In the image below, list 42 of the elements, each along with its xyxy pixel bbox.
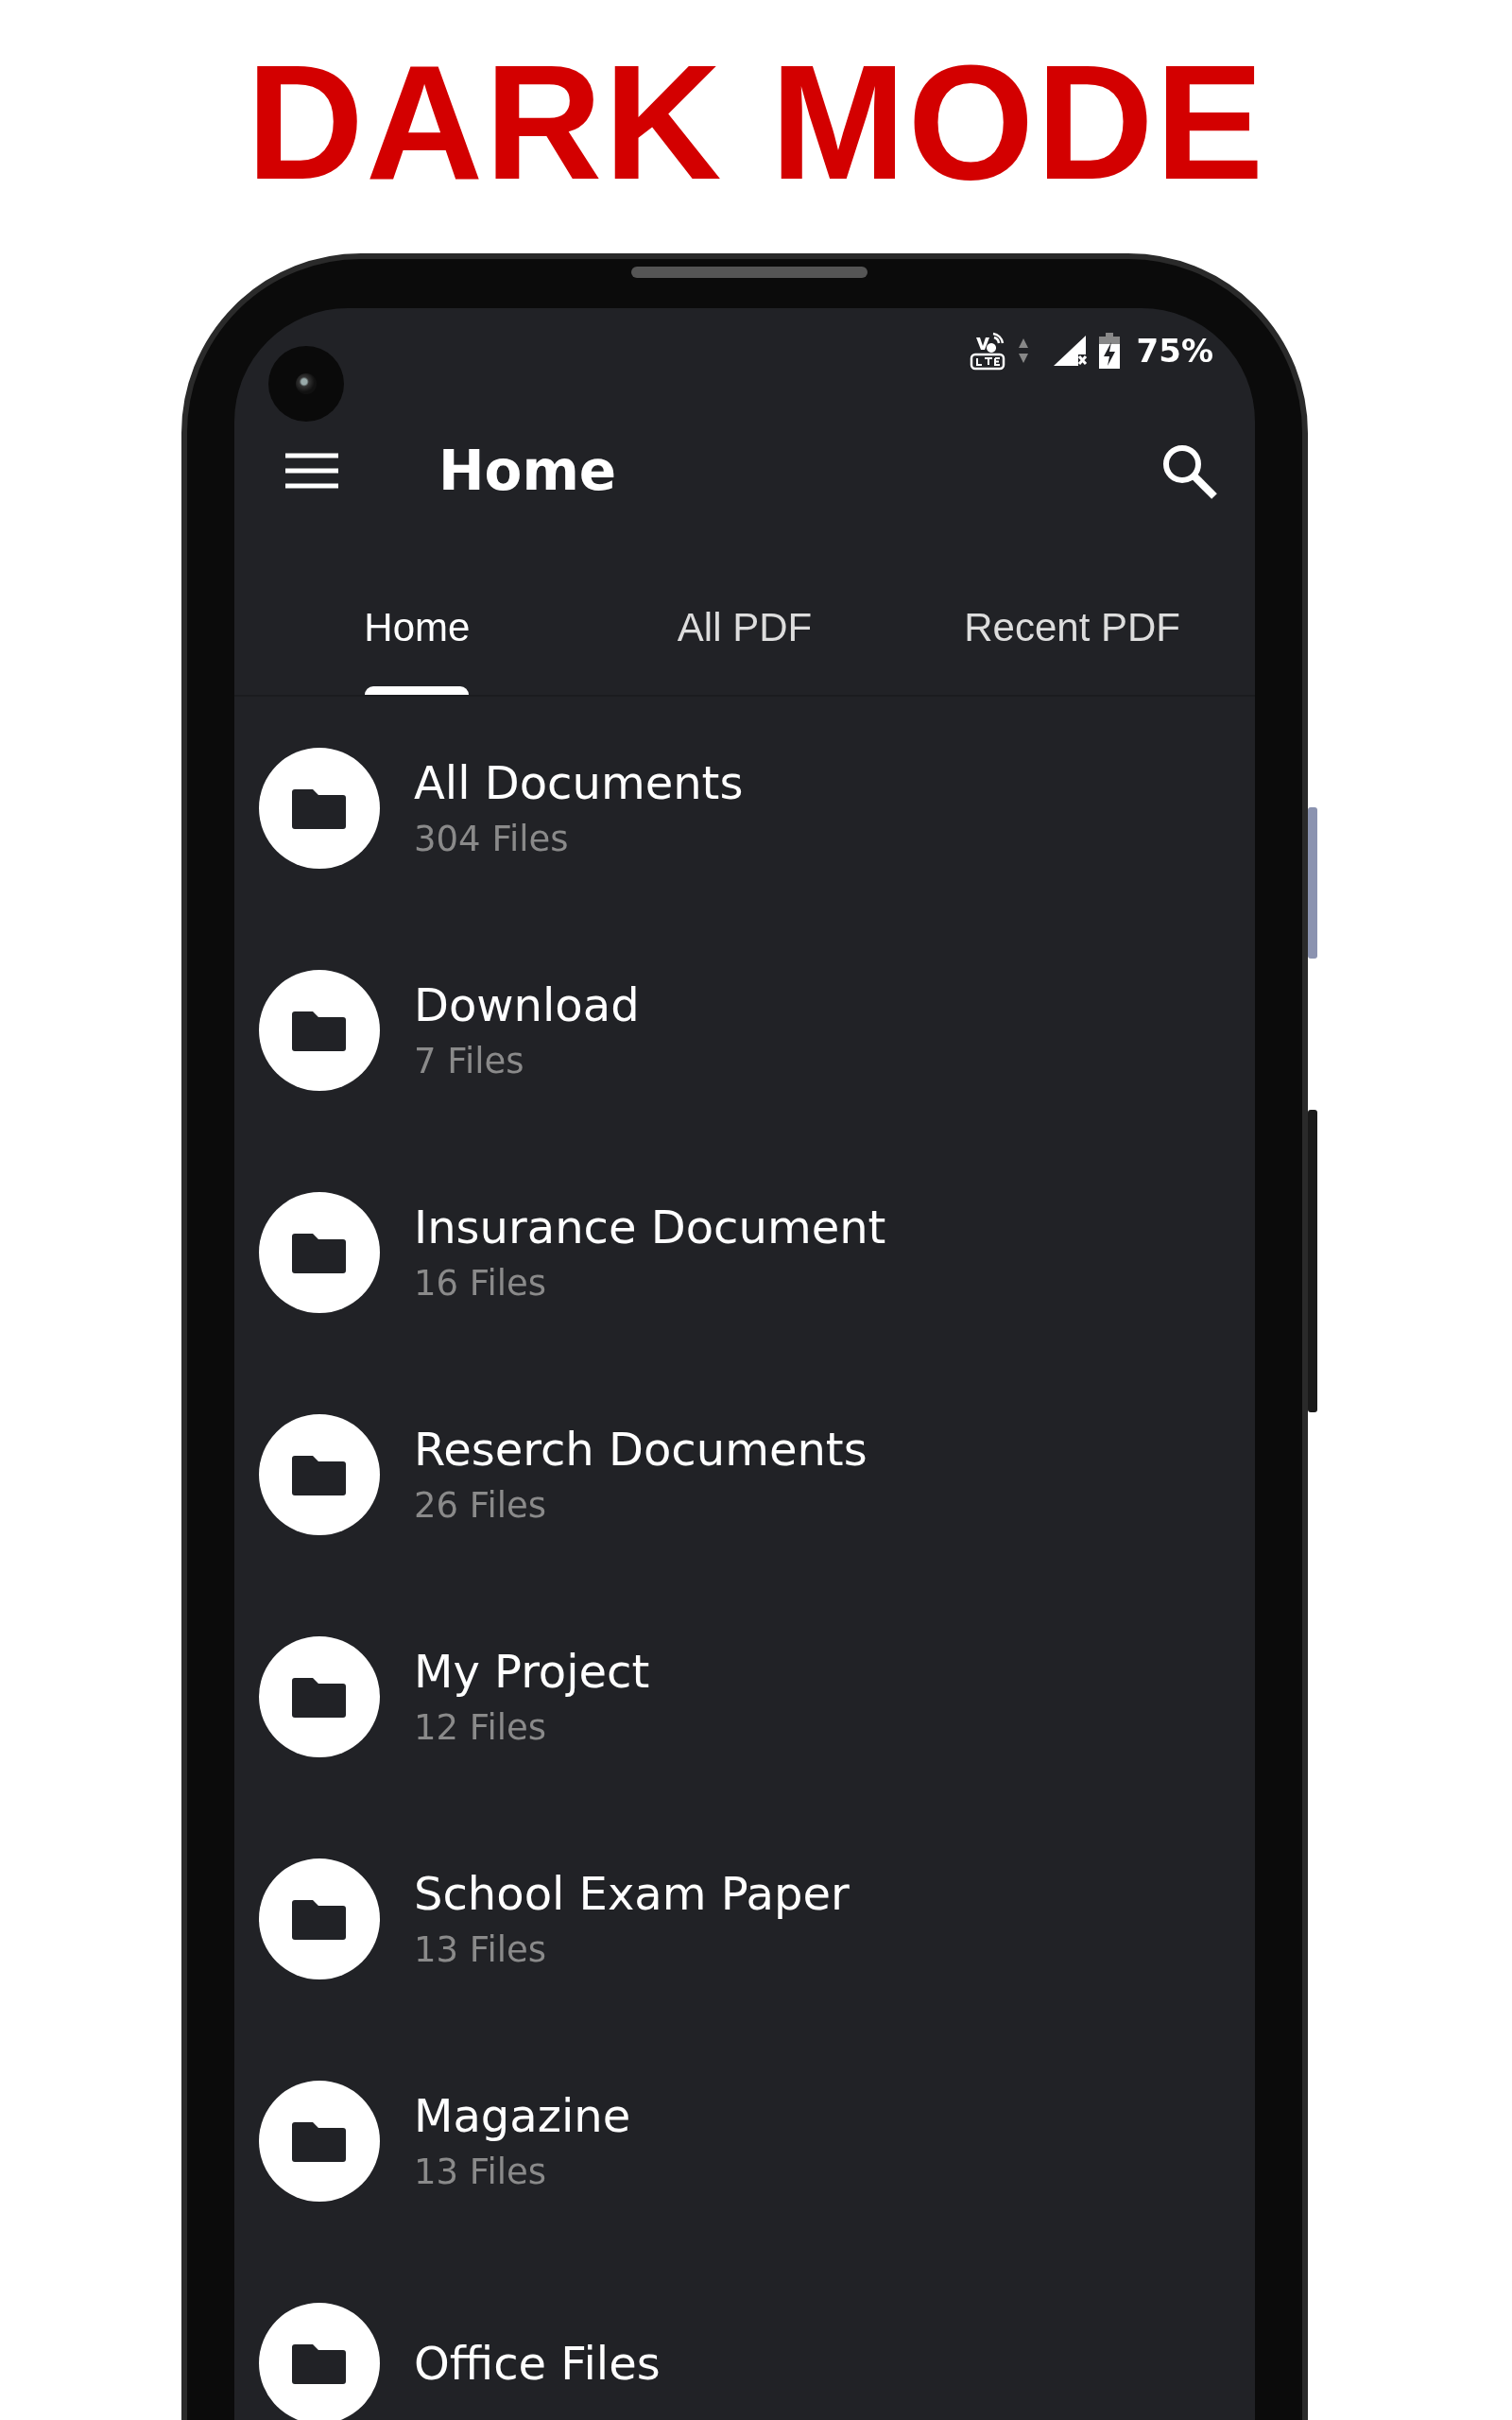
battery-icon [1098, 333, 1120, 369]
file-count: 13 Files [414, 1929, 548, 1970]
folder-icon [259, 1191, 380, 1313]
folder-icon [259, 1858, 380, 1979]
tab[interactable]: Recent PDF [964, 605, 1181, 650]
signal-icon [1053, 336, 1088, 366]
folder-name: All Documents [414, 756, 744, 809]
folder-item[interactable]: School Exam Paper 13 Files [234, 1807, 1255, 2030]
folder-icon [259, 747, 380, 869]
folder-item[interactable]: Office Files [234, 2252, 1255, 2420]
folder-icon [259, 2080, 380, 2202]
file-count: 304 Files [414, 819, 570, 859]
volte-icon [968, 330, 1006, 372]
folder-name: Download [414, 978, 640, 1031]
folder-item[interactable]: All Documents 304 Files [234, 697, 1255, 919]
folder-icon [259, 1413, 380, 1535]
tab[interactable]: Home [364, 605, 471, 650]
menu-icon[interactable] [285, 452, 338, 490]
file-count: 26 Files [414, 1485, 548, 1526]
search-icon[interactable] [1160, 442, 1217, 499]
data-arrows-icon [1017, 337, 1029, 365]
folder-item[interactable]: Download 7 Files [234, 919, 1255, 1141]
folder-icon [259, 969, 380, 1091]
folder-name: Reserch Documents [414, 1423, 868, 1476]
folder-name: Insurance Document [414, 1201, 886, 1253]
folder-item[interactable]: Magazine 13 Files [234, 2030, 1255, 2252]
folder-item[interactable]: Reserch Documents 26 Files [234, 1363, 1255, 1585]
file-count: 13 Files [414, 2152, 548, 2192]
folder-item[interactable]: Insurance Document 16 Files [234, 1141, 1255, 1363]
battery-level: 75% [1136, 332, 1213, 370]
tab[interactable]: All PDF [677, 605, 813, 650]
folder-name: Magazine [414, 2089, 631, 2142]
screen-title: Home [438, 439, 618, 503]
folder-item[interactable]: My Project 12 Files [234, 1585, 1255, 1807]
file-count: 12 Files [414, 1707, 548, 1748]
file-count: 16 Files [414, 1263, 548, 1304]
headline: DARK MODE [245, 30, 1267, 215]
folder-name: My Project [414, 1645, 650, 1698]
folder-icon [259, 1635, 380, 1757]
folder-name: School Exam Paper [414, 1867, 850, 1920]
folder-name: Office Files [414, 2336, 661, 2390]
file-count: 7 Files [414, 1041, 525, 1081]
